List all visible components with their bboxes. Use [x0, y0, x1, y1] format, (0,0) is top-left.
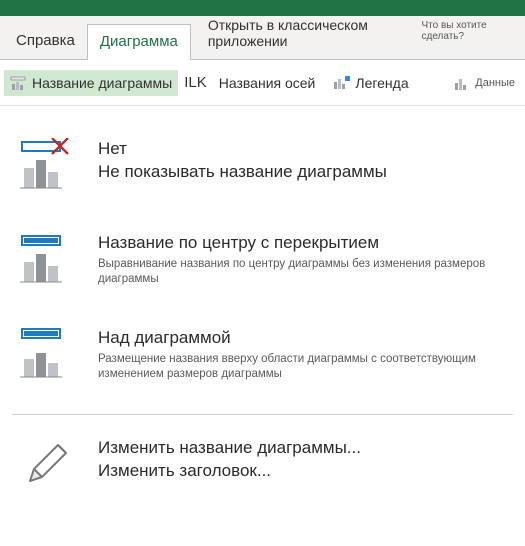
- option-edit-title-text: Изменить название диаграммы...: [98, 437, 361, 460]
- chart-title-menu: Нет Не показывать название диаграммы Наз…: [0, 106, 525, 523]
- option-above-title: Над диаграммой: [98, 327, 507, 350]
- ribbon-chart-title[interactable]: Название диаграммы: [4, 70, 178, 96]
- option-none-title: Нет: [98, 138, 387, 161]
- ribbon-axis-titles-label: Названия осей: [219, 75, 316, 91]
- ribbon-axis-titles[interactable]: Названия осей: [213, 71, 322, 95]
- option-edit-title[interactable]: Изменить название диаграммы... Изменить …: [12, 415, 513, 517]
- ribbon-chart-title-label: Название диаграммы: [32, 75, 172, 91]
- tab-chart[interactable]: Диаграмма: [87, 24, 191, 60]
- ribbon-legend-label: Легенда: [355, 75, 408, 91]
- data-icon: [453, 74, 471, 92]
- option-centered-overlay[interactable]: Название по центру с перекрытием Выравни…: [12, 218, 513, 313]
- option-none[interactable]: Нет Не показывать название диаграммы: [12, 124, 513, 218]
- chart-title-icon: [10, 74, 28, 92]
- option-centered-icon: [18, 232, 76, 286]
- ribbon-data[interactable]: Данные: [447, 70, 521, 96]
- legend-icon: [333, 74, 351, 92]
- option-centered-desc: Выравнивание названия по центру диаграмм…: [98, 257, 507, 287]
- tab-help[interactable]: Справка: [4, 24, 87, 59]
- ribbon-tabs: Справка Диаграмма Открыть в классическом…: [0, 16, 525, 60]
- option-none-desc: Не показывать название диаграммы: [98, 161, 387, 184]
- option-none-icon: [18, 138, 76, 192]
- ribbon-data-label: Данные: [475, 77, 515, 89]
- option-above-chart[interactable]: Над диаграммой Размещение названия вверх…: [12, 313, 513, 408]
- ribbon-chart-group: Название диаграммы ILK Названия осей Лег…: [0, 60, 525, 106]
- option-centered-title: Название по центру с перекрытием: [98, 232, 507, 255]
- ribbon-axis-ilk: ILK: [184, 74, 207, 91]
- pencil-icon: [18, 437, 76, 491]
- option-above-desc: Размещение названия вверху области диагр…: [98, 352, 507, 382]
- tell-me-search[interactable]: Что вы хотите сделать?: [421, 16, 521, 42]
- option-above-icon: [18, 327, 76, 381]
- option-edit-subtitle: Изменить заголовок...: [98, 460, 361, 483]
- ribbon-legend[interactable]: Легенда: [327, 70, 414, 96]
- tab-open-in-desktop[interactable]: Открыть в классическом приложении: [196, 9, 422, 59]
